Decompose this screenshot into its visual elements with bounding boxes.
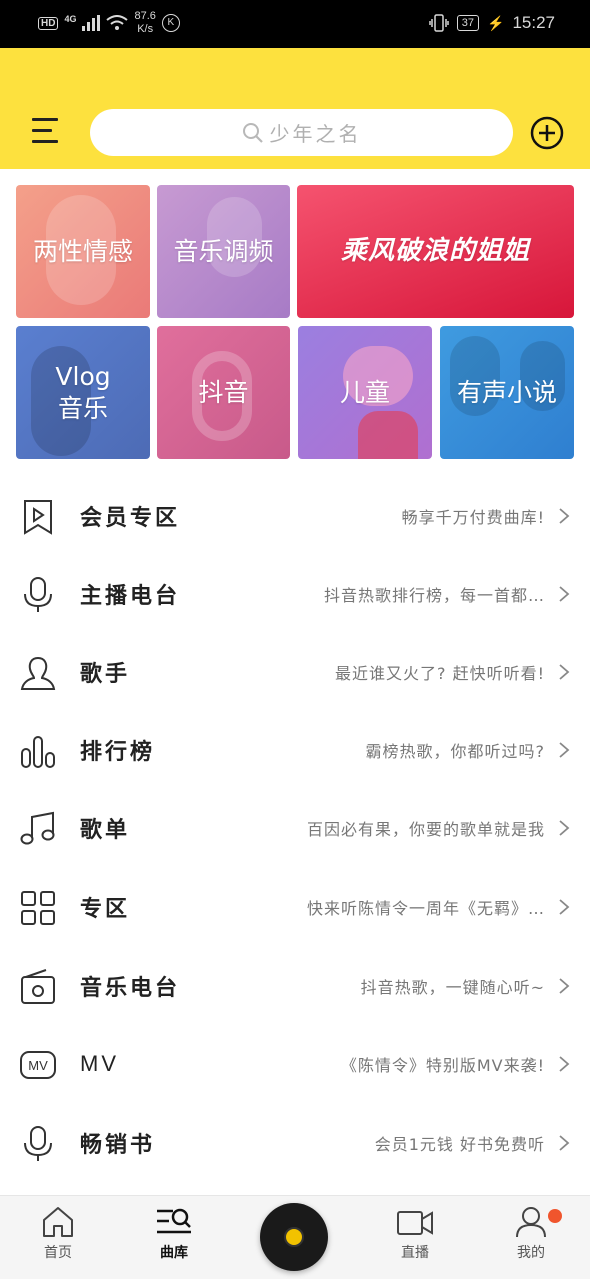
tile-label-line2: 音乐 xyxy=(57,393,108,423)
list-item-subtitle: 快来听陈情令一周年《无羁》… xyxy=(306,899,545,918)
network-indicator: 4G xyxy=(64,14,77,24)
category-tile-sisters[interactable]: 乘风破浪的姐姐 xyxy=(297,185,574,318)
person-icon xyxy=(20,656,56,690)
tab-label: 直播 xyxy=(401,1245,429,1261)
list-item-subtitle: 最近谁又火了? 赶快听听看! xyxy=(335,664,545,683)
svg-text:MV: MV xyxy=(28,1058,48,1073)
hd-indicator: HD xyxy=(38,16,59,30)
list-item-music-radio[interactable]: 音乐电台 抖音热歌，一键随心听~ xyxy=(0,947,590,1025)
tile-label: Vlog 音乐 xyxy=(55,361,110,424)
chevron-right-icon xyxy=(559,820,570,836)
search-input[interactable]: 少年之名 xyxy=(90,109,513,156)
vinyl-disc-icon xyxy=(284,1227,304,1247)
list-item-subtitle: 畅享千万付费曲库! xyxy=(401,508,545,527)
tab-home[interactable]: 首页 xyxy=(18,1206,98,1262)
chevron-right-icon xyxy=(559,1135,570,1151)
radio-icon xyxy=(21,969,55,1004)
tab-label: 曲库 xyxy=(160,1245,188,1261)
list-item-title: 专区 xyxy=(80,897,131,922)
list-item-subtitle: 抖音热歌，一键随心听~ xyxy=(360,978,545,997)
list-item-anchor-radio[interactable]: 主播电台 抖音热歌排行榜，每一首都… xyxy=(0,555,590,633)
list-item-subtitle: 会员1元钱 好书免费听 xyxy=(374,1135,545,1154)
music-note-icon xyxy=(20,811,55,845)
list-item-charts[interactable]: 排行榜 霸榜热歌，你都听过吗? xyxy=(0,711,590,789)
now-playing-disc-button[interactable] xyxy=(260,1203,328,1271)
tile-label: 两性情感 xyxy=(32,236,133,266)
list-item-mv[interactable]: MV MV 《陈情令》特别版MV来袭! xyxy=(0,1025,590,1103)
home-icon xyxy=(43,1207,73,1237)
tab-live[interactable]: 直播 xyxy=(375,1206,455,1262)
category-tile-relationship[interactable]: 两性情感 xyxy=(16,185,150,318)
list-item-subtitle: 霸榜热歌，你都听过吗? xyxy=(365,742,545,761)
chevron-right-icon xyxy=(559,742,570,758)
list-item-title: 歌手 xyxy=(80,662,131,687)
list-item-title: 排行榜 xyxy=(80,740,156,765)
list-item-title: 歌单 xyxy=(80,818,131,843)
tab-label: 我的 xyxy=(517,1245,545,1261)
grid-icon xyxy=(21,891,55,925)
net-speed-value: 87.6 xyxy=(134,10,156,22)
list-item-title: 主播电台 xyxy=(80,584,181,609)
k-icon: K xyxy=(161,14,180,32)
chart-bars-icon xyxy=(21,736,55,768)
list-item-vip-zone[interactable]: 会员专区 畅享千万付费曲库! xyxy=(0,477,590,555)
add-circle-icon[interactable] xyxy=(530,116,564,150)
wifi-icon xyxy=(106,15,129,30)
battery-indicator: 37 xyxy=(456,15,480,31)
chevron-right-icon xyxy=(559,899,570,915)
chevron-right-icon xyxy=(559,508,570,524)
chevron-right-icon xyxy=(559,586,570,602)
list-item-singer[interactable]: 歌手 最近谁又火了? 赶快听听看! xyxy=(0,633,590,711)
microphone-icon xyxy=(24,577,52,612)
menu-icon[interactable] xyxy=(32,118,60,144)
tile-label: 儿童 xyxy=(339,377,390,407)
list-item-title: 畅销书 xyxy=(80,1133,156,1158)
list-item-subtitle: 《陈情令》特别版MV来袭! xyxy=(340,1056,545,1075)
tile-label: 音乐调频 xyxy=(173,236,274,266)
list-item-bestseller[interactable]: 畅销书 会员1元钱 好书免费听 xyxy=(0,1104,590,1182)
list-item-title: 音乐电台 xyxy=(80,976,181,1001)
search-icon xyxy=(242,122,263,143)
tile-label: 抖音 xyxy=(198,377,249,407)
chevron-right-icon xyxy=(559,978,570,994)
user-icon xyxy=(516,1207,546,1238)
list-item-title: MV xyxy=(80,1051,119,1076)
status-bar: HD 4G 87.6 K/s K 37 ⚡ 15:27 xyxy=(0,0,590,48)
category-tile-vlog-music[interactable]: Vlog 音乐 xyxy=(16,326,150,459)
header-bar: 少年之名 xyxy=(0,48,590,169)
category-tile-douyin[interactable]: 抖音 xyxy=(157,326,290,459)
tab-library[interactable]: 曲库 xyxy=(134,1206,214,1262)
library-search-icon xyxy=(157,1208,191,1234)
net-speed-unit: K/s xyxy=(137,23,154,35)
list-item-subtitle: 抖音热歌排行榜，每一首都… xyxy=(323,586,545,605)
tab-label: 首页 xyxy=(44,1245,72,1261)
tile-label-line1: Vlog xyxy=(55,362,111,392)
list-item-playlist[interactable]: 歌单 百因必有果，你要的歌单就是我 xyxy=(0,789,590,867)
chevron-right-icon xyxy=(559,1056,570,1072)
category-tile-fm[interactable]: 音乐调频 xyxy=(157,185,290,318)
tile-label: 有声小说 xyxy=(456,377,557,407)
search-placeholder: 少年之名 xyxy=(269,122,362,146)
list-item-title: 会员专区 xyxy=(80,506,181,531)
list-item-zone[interactable]: 专区 快来听陈情令一周年《无羁》… xyxy=(0,868,590,946)
category-tile-audiobook[interactable]: 有声小说 xyxy=(440,326,574,459)
video-camera-icon xyxy=(397,1211,433,1235)
list-item-subtitle: 百因必有果，你要的歌单就是我 xyxy=(306,820,545,839)
microphone-icon xyxy=(24,1126,52,1161)
net-speed: 87.6 K/s xyxy=(134,10,155,36)
charging-icon: ⚡ xyxy=(487,14,505,31)
notification-badge xyxy=(548,1209,562,1223)
category-tile-kids[interactable]: 儿童 xyxy=(298,326,432,459)
mv-icon: MV xyxy=(20,1051,56,1079)
signal-icon xyxy=(82,15,101,31)
bookmark-play-icon xyxy=(24,500,52,535)
clock: 15:27 xyxy=(512,13,555,32)
vibrate-icon xyxy=(429,14,449,32)
tile-label: 乘风破浪的姐姐 xyxy=(340,236,530,267)
chevron-right-icon xyxy=(559,664,570,680)
